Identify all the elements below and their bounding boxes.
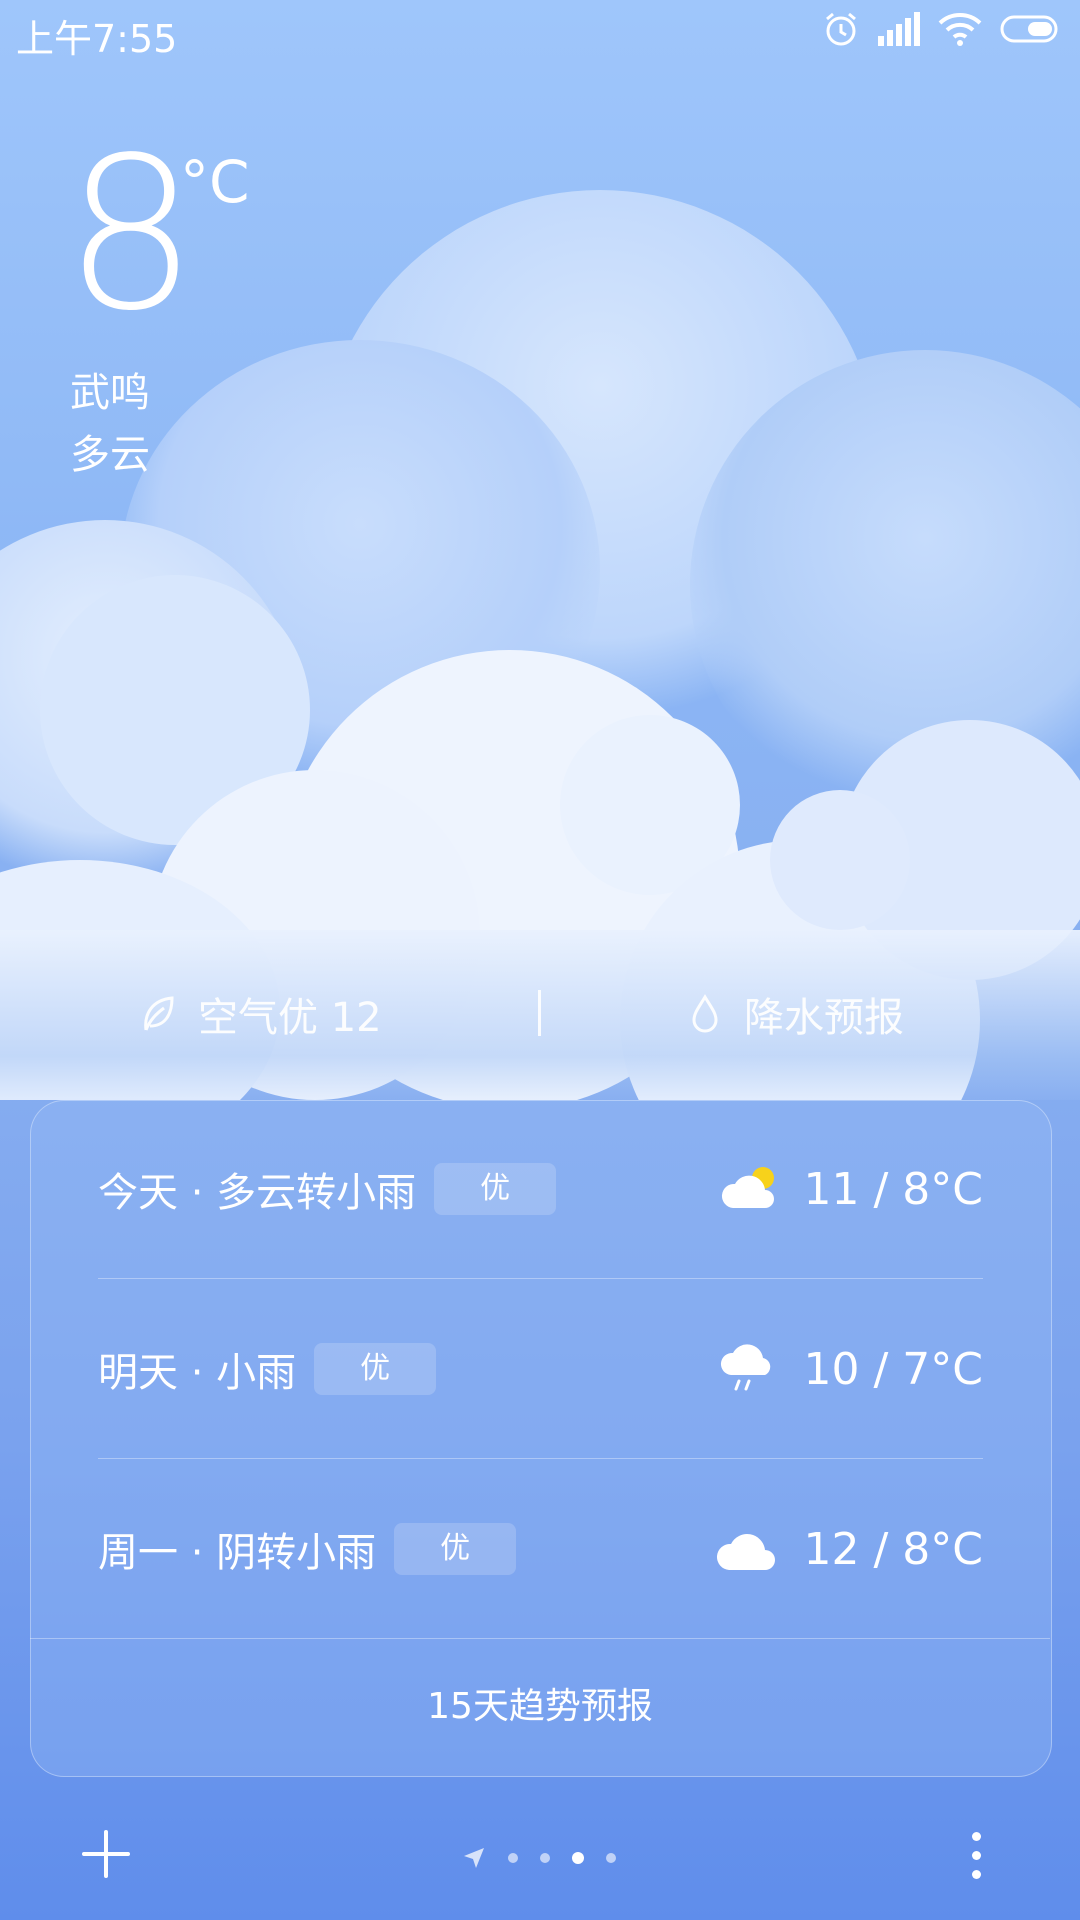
city-name[interactable]: 武鸣: [70, 360, 150, 418]
forecast-row-today[interactable]: 今天 · 多云转小雨 优 11 / 8°C: [98, 1100, 983, 1278]
row-divider: [98, 1278, 983, 1279]
forecast-temps: 12 / 8°C: [803, 1523, 983, 1575]
more-options-icon[interactable]: [972, 1832, 981, 1879]
air-quality-badge: 优: [394, 1523, 517, 1575]
card-divider: [30, 1638, 1050, 1639]
forecast-row-monday[interactable]: 周一 · 阴转小雨 优 12 / 8°C: [98, 1460, 983, 1638]
air-quality-badge: 优: [434, 1163, 557, 1215]
signal-icon: [878, 12, 920, 46]
battery-icon: [1000, 15, 1058, 43]
info-divider: [538, 990, 541, 1036]
air-quality[interactable]: 空气优 12: [140, 985, 382, 1043]
add-city-icon[interactable]: [82, 1830, 130, 1878]
light-rain-icon: [721, 1344, 771, 1391]
page-dot: [540, 1853, 550, 1863]
alarm-icon: [826, 12, 856, 46]
cloudy-icon: [717, 1534, 776, 1570]
forecast-temps: 10 / 7°C: [803, 1343, 983, 1395]
page-dot-active: [572, 1852, 584, 1864]
current-temperature: 8: [64, 112, 198, 357]
air-quality-label: 空气优 12: [198, 995, 382, 1041]
status-icons: [822, 10, 1062, 48]
row-divider: [98, 1458, 983, 1459]
raindrop-icon: [692, 994, 718, 1033]
precipitation-label: 降水预报: [744, 995, 904, 1041]
forecast-row-tomorrow[interactable]: 明天 · 小雨 优 10 / 7°C: [98, 1280, 983, 1458]
forecast-day-label: 今天 · 多云转小雨: [98, 1170, 417, 1216]
status-time: 上午7:55: [16, 17, 178, 61]
forecast-day-label: 明天 · 小雨: [98, 1350, 297, 1396]
page-indicator: [462, 1846, 616, 1870]
page-dot: [606, 1853, 616, 1863]
wifi-icon: [938, 13, 982, 46]
forecast-day-label: 周一 · 阴转小雨: [98, 1530, 377, 1576]
page-dot: [508, 1853, 518, 1863]
trend-forecast-button[interactable]: 15天趋势预报: [30, 1640, 1050, 1774]
air-quality-badge: 优: [314, 1343, 437, 1395]
location-arrow-icon: [464, 1848, 484, 1868]
forecast-temps: 11 / 8°C: [803, 1163, 983, 1215]
current-condition: 多云: [70, 432, 150, 478]
partly-cloudy-sun-icon: [722, 1167, 775, 1208]
temperature-unit: °C: [180, 148, 250, 216]
precipitation-forecast[interactable]: 降水预报: [690, 985, 904, 1043]
leaf-icon: [144, 996, 174, 1031]
